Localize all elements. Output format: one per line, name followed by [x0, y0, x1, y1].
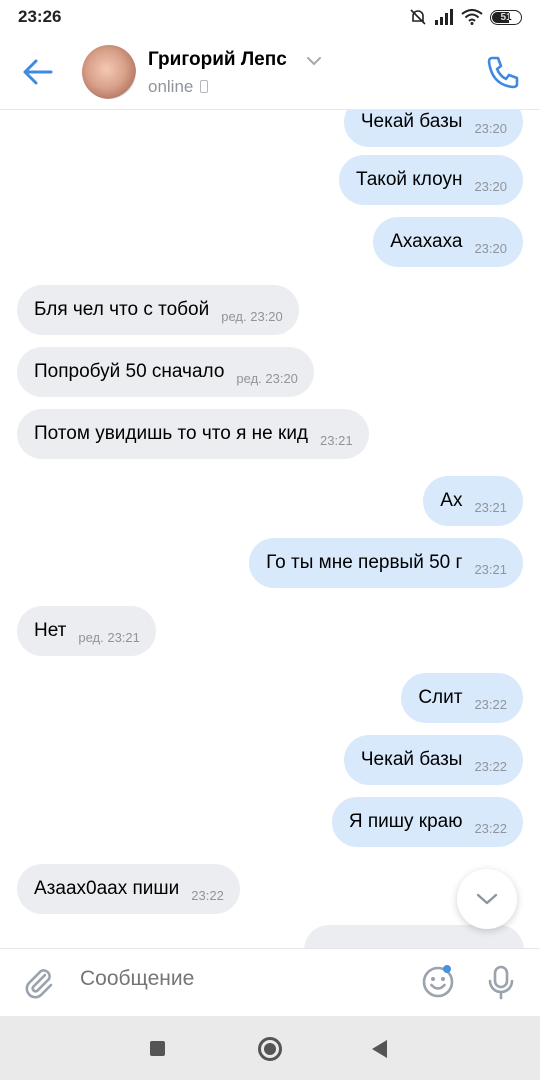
message-bubble-in[interactable]: Потом увидишь то что я не кид 23:21 [17, 409, 369, 459]
message-bubble-in[interactable]: Бля чел что с тобой ред. 23:20 [17, 285, 299, 335]
signal-icon [435, 9, 453, 25]
message-time: 23:20 [474, 241, 507, 256]
message-text: Ах [440, 490, 463, 511]
message-bubble-out[interactable]: Слит 23:22 [401, 673, 523, 723]
message-time: 23:20 [474, 179, 507, 194]
message-text: Такой клоун [355, 169, 463, 190]
status-icons: 51 [409, 8, 522, 26]
status-bar: 23:26 51 [0, 0, 540, 34]
message-composer [0, 948, 540, 1016]
status-time: 23:26 [18, 7, 62, 26]
message-text: Ахахаха [390, 231, 463, 252]
message-text: Го ты мне первый 50 г [266, 552, 463, 573]
message-time: 23:21 [474, 500, 507, 515]
message-bubble-out[interactable]: Чекай базы 23:22 [343, 735, 523, 785]
message-list[interactable]: Чекай базы 23:20 Такой клоун 23:20 Ахахаха… [0, 110, 540, 948]
contact-status: online [148, 77, 209, 97]
message-time: 23:22 [474, 697, 507, 712]
battery-level: 51 [500, 11, 512, 23]
wifi-icon [461, 9, 483, 25]
chevron-down-icon[interactable] [306, 55, 322, 67]
message-text: Чекай базы [360, 111, 463, 132]
battery-icon: 51 [490, 9, 522, 25]
paperclip-icon[interactable] [22, 965, 56, 1001]
message-text: Слит [418, 687, 463, 708]
contact-name[interactable]: Григорий Лепс [148, 49, 287, 71]
message-bubble-in[interactable]: Нет ред. 23:21 [17, 606, 156, 656]
recents-icon[interactable] [150, 1041, 165, 1056]
back-triangle-icon[interactable] [372, 1040, 387, 1058]
message-time: ред. 23:20 [236, 371, 298, 386]
message-time: 23:22 [474, 759, 507, 774]
message-text: Я пишу краю [348, 811, 463, 832]
avatar[interactable] [82, 45, 136, 99]
message-bubble-out[interactable]: Ах 23:21 [423, 476, 523, 526]
mute-icon [410, 9, 426, 25]
message-text: Азаах0аах пиши [34, 878, 180, 899]
message-text: Нет [34, 620, 67, 641]
home-icon[interactable] [258, 1037, 282, 1061]
notification-dot [443, 965, 451, 973]
microphone-icon[interactable] [487, 965, 515, 1001]
arrow-left-icon[interactable] [20, 56, 56, 88]
phone-icon[interactable] [483, 52, 523, 92]
message-bubble-out[interactable]: Го ты мне первый 50 г 23:21 [249, 538, 523, 588]
message-time: 23:20 [474, 121, 507, 136]
status-text: online [148, 77, 194, 96]
message-bubble-out[interactable]: Я пишу краю 23:22 [331, 797, 523, 847]
message-text: Потом увидишь то что я не кид [34, 423, 309, 444]
message-time: ред. 23:20 [221, 309, 283, 324]
message-input[interactable] [80, 967, 380, 991]
message-bubble-in[interactable]: Попробуй 50 сначало ред. 23:20 [17, 347, 314, 397]
message-text: Попробуй 50 сначало [34, 361, 225, 382]
chat-header: Григорий Лепс online [0, 34, 540, 110]
mobile-icon [200, 80, 209, 93]
message-time: 23:22 [474, 821, 507, 836]
message-time: ред. 23:21 [78, 630, 140, 645]
message-text: Чекай базы [360, 749, 463, 770]
scroll-down-button[interactable] [457, 869, 517, 929]
system-nav-bar [0, 1016, 540, 1080]
message-bubble-out[interactable]: Такой клоун 23:20 [338, 155, 523, 205]
message-text: Бля чел что с тобой [34, 299, 210, 320]
message-bubble-out[interactable]: Чекай базы 23:20 [343, 110, 523, 147]
message-time: 23:21 [474, 562, 507, 577]
message-bubble-out[interactable]: Ахахаха 23:20 [373, 217, 523, 267]
message-time: 23:21 [320, 433, 353, 448]
message-time: 23:22 [191, 888, 224, 903]
message-bubble-in[interactable]: Азаах0аах пиши 23:22 [17, 864, 240, 914]
chevron-down-icon [476, 893, 498, 905]
